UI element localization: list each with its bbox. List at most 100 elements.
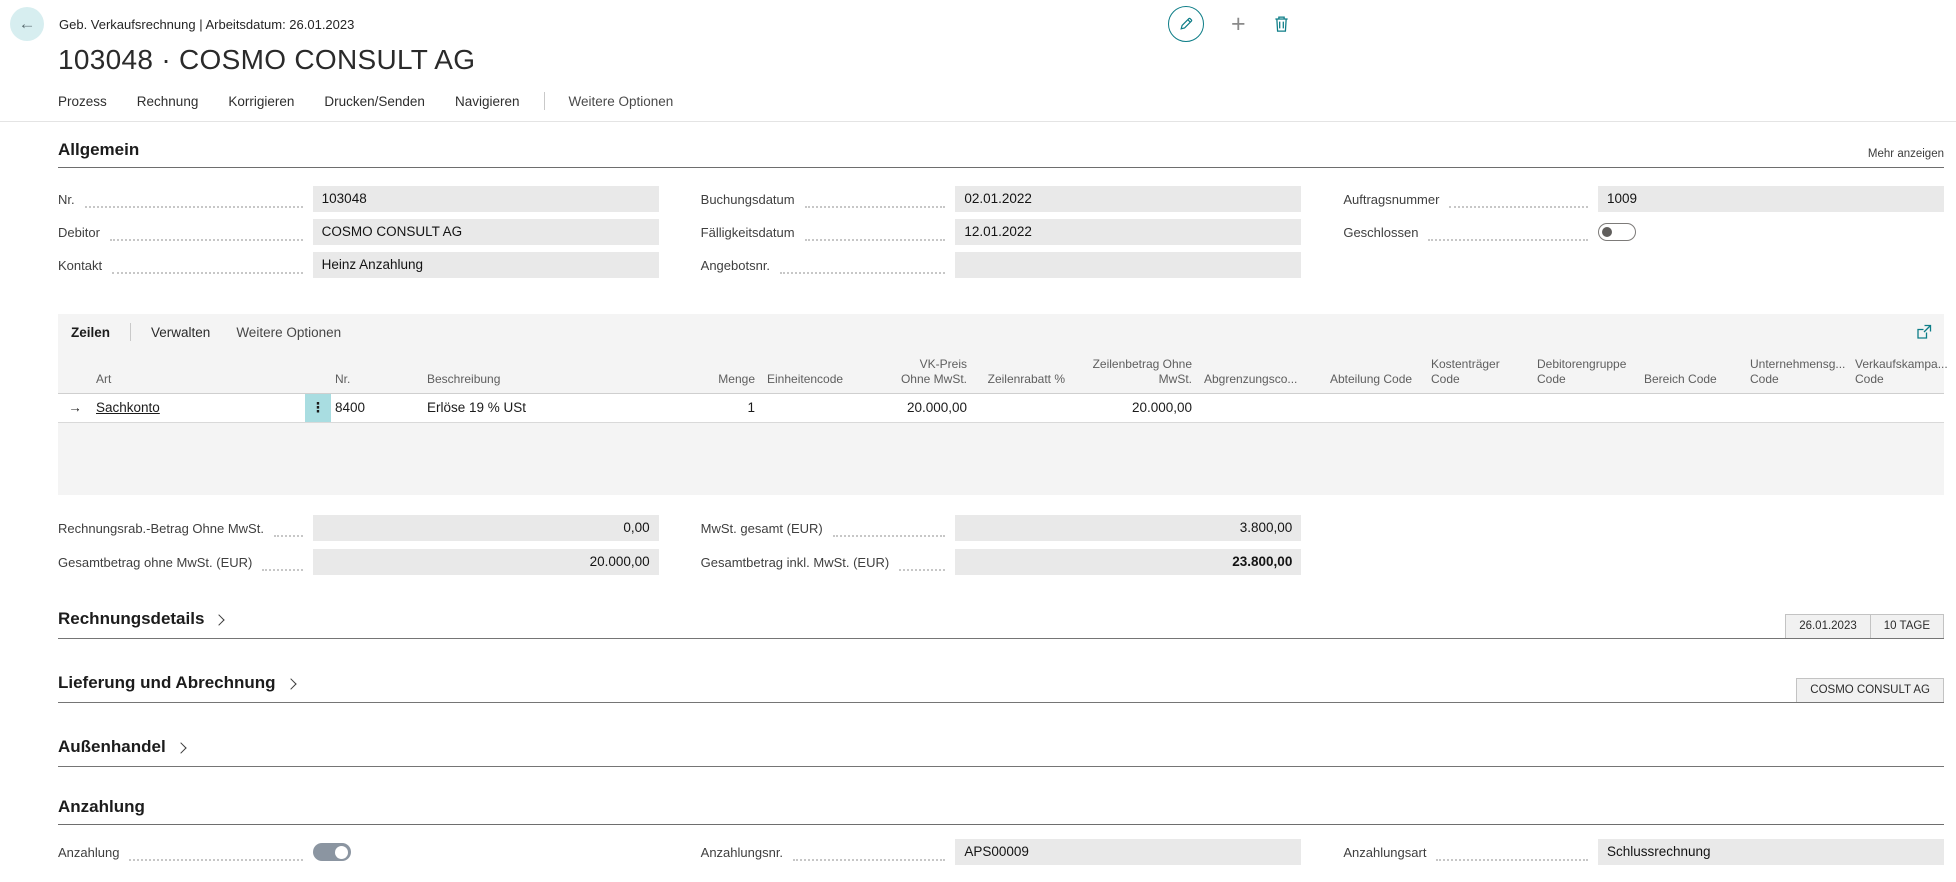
- faelligkeitsdatum-chip[interactable]: 26.01.2023: [1785, 614, 1871, 639]
- verwalten-menu[interactable]: Verwalten: [151, 325, 210, 340]
- header-vk-preis[interactable]: VK-Preis Ohne MwSt.: [888, 349, 975, 393]
- totals-area: Rechnungsrab.-Betrag Ohne MwSt. 0,00 MwS…: [58, 515, 1944, 575]
- field-buchungsdatum: Buchungsdatum 02.01.2022: [701, 186, 1302, 212]
- plus-icon: +: [1231, 10, 1246, 38]
- menu-item-navigieren[interactable]: Navigieren: [455, 94, 520, 109]
- allgemein-heading: Allgemein: [58, 140, 139, 160]
- header-zeilenbetrag[interactable]: Zeilenbetrag Ohne MwSt.: [1073, 349, 1200, 393]
- header-beschreibung[interactable]: Beschreibung: [423, 349, 658, 393]
- header-row-menu-col: [305, 349, 331, 393]
- mehr-anzeigen-link[interactable]: Mehr anzeigen: [1868, 148, 1944, 160]
- auftragsnummer-input[interactable]: 1009: [1598, 186, 1944, 212]
- cell-debitorengruppe-code: [1533, 394, 1640, 422]
- edit-button[interactable]: [1168, 6, 1204, 42]
- header-verkaufskampagne-code[interactable]: Verkaufskampa... Code: [1851, 349, 1944, 393]
- dotted-leader: [780, 257, 945, 274]
- empty-cell: [1343, 515, 1944, 541]
- field-angebotsnr: Angebotsnr.: [701, 252, 1302, 278]
- allgemein-fields: Nr. 103048 Buchungsdatum 02.01.2022 Auft…: [58, 186, 1944, 278]
- header-nr[interactable]: Nr.: [331, 349, 423, 393]
- menu-item-weitere-optionen[interactable]: Weitere Optionen: [569, 94, 674, 109]
- field-rechnungsrabatt: Rechnungsrab.-Betrag Ohne MwSt. 0,00: [58, 515, 659, 541]
- mwst-gesamt-label: MwSt. gesamt (EUR): [701, 521, 823, 536]
- dotted-leader: [262, 554, 302, 571]
- header-einheitencode[interactable]: Einheitencode: [763, 349, 888, 393]
- geschlossen-toggle[interactable]: [1598, 223, 1636, 241]
- cell-nr-link[interactable]: 8400: [331, 394, 423, 422]
- anzahlung-header[interactable]: Anzahlung: [58, 797, 1944, 825]
- row-menu-dots-icon[interactable]: ⋮: [305, 394, 331, 422]
- menu-item-rechnung[interactable]: Rechnung: [137, 94, 199, 109]
- header-menge[interactable]: Menge: [658, 349, 763, 393]
- posted-sales-invoice-page: ← Geb. Verkaufsrechnung | Arbeitsdatum: …: [0, 0, 1956, 882]
- new-document-button[interactable]: +: [1231, 12, 1246, 37]
- nr-label: Nr.: [58, 192, 75, 207]
- back-button[interactable]: ←: [10, 7, 44, 41]
- menu-item-korrigieren[interactable]: Korrigieren: [228, 94, 294, 109]
- header-bereich-code[interactable]: Bereich Code: [1640, 349, 1746, 393]
- menu-item-prozess[interactable]: Prozess: [58, 94, 107, 109]
- angebotsnr-input[interactable]: [955, 252, 1301, 278]
- table-header-row: Art Nr. Beschreibung Menge Einheitencode…: [58, 349, 1944, 394]
- expand-lines-button[interactable]: [1916, 324, 1932, 340]
- dotted-leader: [833, 520, 946, 537]
- zeilen-tab[interactable]: Zeilen: [71, 325, 110, 340]
- menu-item-drucken-senden[interactable]: Drucken/Senden: [324, 94, 425, 109]
- field-kontakt: Kontakt Heinz Anzahlung: [58, 252, 659, 278]
- anzahlung-fields: Anzahlung Anzahlungsnr. APS00009 Anzahlu…: [58, 839, 1944, 865]
- lieferung-debitor-chip[interactable]: COSMO CONSULT AG: [1796, 678, 1944, 703]
- zahlungsbedingung-chip[interactable]: 10 TAGE: [1870, 614, 1944, 639]
- rechnungsrabatt-value[interactable]: 0,00: [313, 515, 659, 541]
- kontakt-label: Kontakt: [58, 258, 102, 273]
- header-zeilenrabatt[interactable]: Zeilenrabatt %: [975, 349, 1073, 393]
- fasttab-rechnungsdetails: Rechnungsdetails 26.01.2023 10 TAGE: [58, 609, 1944, 639]
- aussenhandel-title: Außenhandel: [58, 737, 166, 757]
- action-menu: Prozess Rechnung Korrigieren Drucken/Sen…: [0, 92, 1956, 122]
- breadcrumb: Geb. Verkaufsrechnung | Arbeitsdatum: 26…: [59, 17, 354, 32]
- cell-kostentraeger-code: [1427, 394, 1533, 422]
- gesamt-inkl-label: Gesamtbetrag inkl. MwSt. (EUR): [701, 555, 890, 570]
- cell-art-link[interactable]: Sachkonto: [92, 394, 305, 422]
- lieferung-header[interactable]: Lieferung und Abrechnung: [58, 673, 1944, 693]
- empty-cell: [1343, 549, 1944, 575]
- rechnungsdetails-header[interactable]: Rechnungsdetails: [58, 609, 1944, 629]
- aussenhandel-header[interactable]: Außenhandel: [58, 737, 1944, 757]
- anzahlungsnr-input[interactable]: APS00009: [955, 839, 1301, 865]
- field-anzahlungsnr: Anzahlungsnr. APS00009: [701, 839, 1302, 865]
- section-anzahlung: Anzahlung: [58, 797, 1944, 825]
- section-allgemein: Allgemein Mehr anzeigen Nr. 103048 Buchu…: [58, 140, 1944, 278]
- fasttab-aussenhandel: Außenhandel: [58, 737, 1944, 767]
- field-nr: Nr. 103048: [58, 186, 659, 212]
- nr-input[interactable]: 103048: [313, 186, 659, 212]
- header-art[interactable]: Art: [92, 349, 305, 393]
- header-kostentraeger-code[interactable]: Kostenträger Code: [1427, 349, 1533, 393]
- anzahlung-toggle[interactable]: [313, 843, 351, 861]
- back-arrow-icon: ←: [19, 14, 36, 34]
- anzahlungsnr-label: Anzahlungsnr.: [701, 845, 783, 860]
- row-arrow-icon: →: [58, 394, 92, 422]
- chevron-right-icon: [175, 742, 186, 753]
- anzahlung-slot: [313, 843, 659, 861]
- pencil-icon: [1178, 16, 1194, 32]
- empty-cell: [1343, 252, 1944, 278]
- header-arrow-col: [58, 349, 92, 393]
- header-unternehmensgruppe-code[interactable]: Unternehmensg... Code: [1746, 349, 1851, 393]
- geschlossen-slot: [1598, 223, 1944, 241]
- page-action-icons: +: [1168, 6, 1290, 42]
- buchungsdatum-input[interactable]: 02.01.2022: [955, 186, 1301, 212]
- buchungsdatum-label: Buchungsdatum: [701, 192, 795, 207]
- dotted-leader: [805, 191, 946, 208]
- header-abgrenzungscode[interactable]: Abgrenzungsco...: [1200, 349, 1326, 393]
- zeilen-weitere-optionen-menu[interactable]: Weitere Optionen: [236, 325, 341, 340]
- header-abteilung-code[interactable]: Abteilung Code: [1326, 349, 1427, 393]
- dotted-leader: [1449, 191, 1588, 208]
- kontakt-input[interactable]: Heinz Anzahlung: [313, 252, 659, 278]
- cell-verkaufskampagne-code: [1851, 394, 1944, 422]
- cell-menge: 1: [658, 394, 763, 422]
- delete-button[interactable]: [1273, 15, 1290, 33]
- zeilen-toolbar-divider: [130, 323, 131, 341]
- anzahlungsart-input[interactable]: Schlussrechnung: [1598, 839, 1944, 865]
- debitor-input[interactable]: COSMO CONSULT AG: [313, 219, 659, 245]
- faelligkeitsdatum-input[interactable]: 12.01.2022: [955, 219, 1301, 245]
- header-debitorengruppe-code[interactable]: Debitorengruppe Code: [1533, 349, 1640, 393]
